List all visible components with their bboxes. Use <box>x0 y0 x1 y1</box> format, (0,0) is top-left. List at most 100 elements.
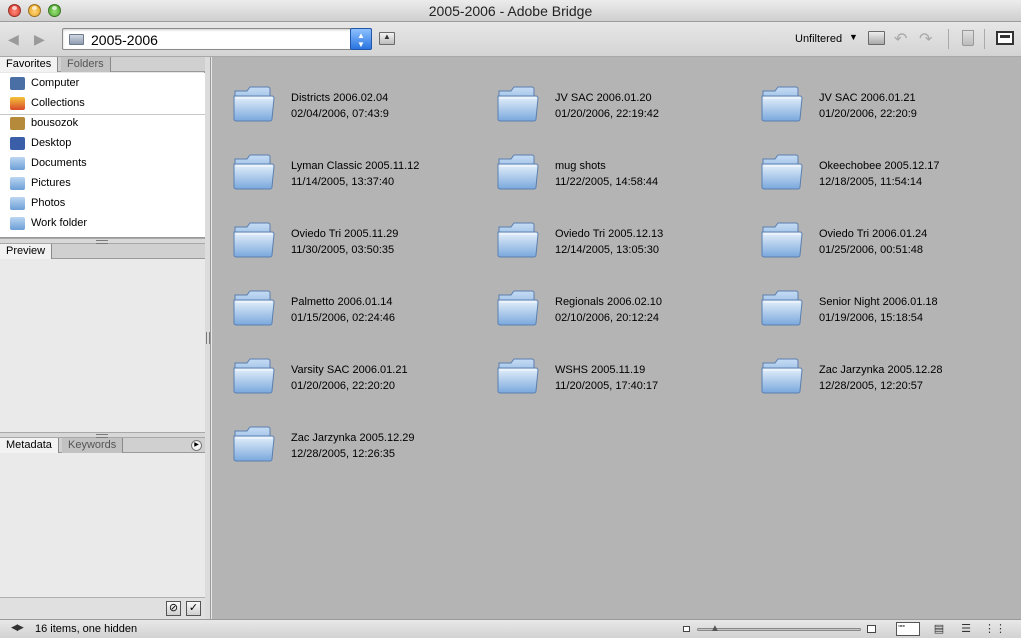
filmstrip-view-button[interactable]: ▤ <box>929 622 949 636</box>
chevron-down-icon[interactable]: ▼ <box>849 32 858 42</box>
folder-icon[interactable] <box>232 81 276 125</box>
cancel-icon[interactable]: ⊘ <box>166 601 181 616</box>
home-icon <box>10 117 25 130</box>
path-stepper-icon[interactable]: ▲ ▼ <box>350 28 372 50</box>
path-text: 2005-2006 <box>91 32 158 48</box>
favorite-item-collections[interactable]: Collections <box>0 94 205 114</box>
folder-icon[interactable] <box>232 421 276 465</box>
forward-arrow-icon[interactable]: ▶ <box>34 31 45 47</box>
slider-thumb[interactable]: ▲ <box>710 623 720 634</box>
favorite-item-bousozok[interactable]: bousozok <box>0 114 205 134</box>
tab-keywords[interactable]: Keywords <box>62 438 124 453</box>
compact-mode-button[interactable] <box>996 31 1014 45</box>
folder-item[interactable]: Districts 2006.02.04 02/04/2006, 07:43:9 <box>212 63 472 123</box>
window-title: 2005-2006 - Adobe Bridge <box>428 3 593 19</box>
folder-item[interactable]: JV SAC 2006.01.21 01/20/2006, 22:20:9 <box>740 63 1000 123</box>
trash-icon[interactable] <box>962 30 974 46</box>
back-arrow-icon[interactable]: ◀ <box>8 31 19 47</box>
folder-item[interactable]: Oviedo Tri 2005.11.29 11/30/2005, 03:50:3… <box>212 199 472 259</box>
tab-metadata[interactable]: Metadata <box>0 438 59 453</box>
folder-item[interactable]: JV SAC 2006.01.20 01/20/2006, 22:19:42 <box>476 63 736 123</box>
favorite-item-computer[interactable]: Computer <box>0 74 205 94</box>
folder-icon[interactable] <box>496 353 540 397</box>
content-grid: Districts 2006.02.04 02/04/2006, 07:43:9 J… <box>212 57 1021 619</box>
documents-folder-icon <box>10 157 25 170</box>
toolbar-divider <box>984 29 985 49</box>
collections-icon <box>10 97 25 110</box>
folder-item[interactable]: Zac Jarzynka 2005.12.29 12/28/2005, 12:26… <box>212 403 472 463</box>
folder-name: Zac Jarzynka 2005.12.29 <box>291 432 415 444</box>
folder-icon[interactable] <box>496 285 540 329</box>
folder-date: 11/20/2005, 17:40:17 <box>555 380 659 392</box>
folder-icon[interactable] <box>496 81 540 125</box>
toolbar: ◀ ▶ 2005-2006 ▲▼ Unfiltered ▼ ↶ ↷ <box>0 23 1021 57</box>
folder-item[interactable]: mug shots 11/22/2005, 14:58:44 <box>476 131 736 191</box>
panel-menu-icon[interactable]: ▶ <box>191 440 202 451</box>
folder-name: WSHS 2005.11.19 <box>555 364 646 376</box>
folder-item[interactable]: Oviedo Tri 2005.12.13 12/14/2005, 13:05:3… <box>476 199 736 259</box>
folder-icon[interactable] <box>760 285 804 329</box>
folder-icon <box>10 197 25 210</box>
folder-date: 12/28/2005, 12:26:35 <box>291 448 395 460</box>
favorite-item-desktop[interactable]: Desktop <box>0 134 205 154</box>
rotate-cw-icon[interactable]: ↷ <box>919 29 932 49</box>
vertical-splitter[interactable] <box>205 57 211 619</box>
thumbnails-view-button[interactable] <box>896 622 920 636</box>
folder-item[interactable]: Varsity SAC 2006.01.21 01/20/2006, 22:20:… <box>212 335 472 395</box>
tab-folders[interactable]: Folders <box>61 57 111 72</box>
folder-item[interactable]: WSHS 2005.11.19 11/20/2005, 17:40:17 <box>476 335 736 395</box>
folder-item[interactable]: Zac Jarzynka 2005.12.28 12/28/2005, 12:20… <box>740 335 1000 395</box>
folder-icon[interactable] <box>760 353 804 397</box>
folder-icon <box>69 34 84 45</box>
folder-name: Zac Jarzynka 2005.12.28 <box>819 364 943 376</box>
favorite-label: Desktop <box>31 137 72 149</box>
folder-date: 02/04/2006, 07:43:9 <box>291 108 389 120</box>
rotate-ccw-icon[interactable]: ↶ <box>894 29 907 49</box>
favorite-item-documents[interactable]: Documents <box>0 154 205 174</box>
favorite-label: Pictures <box>31 177 71 189</box>
status-bar: ◀▶ 16 items, one hidden ▲ ▤ ☰ ⋮⋮ <box>0 619 1021 638</box>
folder-icon[interactable] <box>496 149 540 193</box>
pictures-folder-icon <box>10 177 25 190</box>
tab-favorites[interactable]: Favorites <box>0 57 59 72</box>
favorite-item-work-folder[interactable]: Work folder <box>0 214 205 234</box>
folder-name: Palmetto 2006.01.14 <box>291 296 393 308</box>
folder-icon[interactable] <box>232 285 276 329</box>
folder-icon[interactable] <box>760 217 804 261</box>
thumbnail-size-slider[interactable] <box>697 628 861 631</box>
metadata-footer: ⊘ ✓ <box>0 597 205 619</box>
folder-item[interactable]: Palmetto 2006.01.14 01/15/2006, 02:24:46 <box>212 267 472 327</box>
small-thumbnail-icon[interactable] <box>683 626 690 632</box>
folder-item[interactable]: Okeechobee 2005.12.17 12/18/2005, 11:54:1… <box>740 131 1000 191</box>
go-up-folder-button[interactable] <box>379 32 395 45</box>
filter-menu[interactable]: Unfiltered <box>795 33 842 45</box>
folder-icon[interactable] <box>232 217 276 261</box>
favorite-item-pictures[interactable]: Pictures <box>0 174 205 194</box>
folder-icon[interactable] <box>760 149 804 193</box>
folder-name: Regionals 2006.02.10 <box>555 296 663 308</box>
folder-icon[interactable] <box>232 149 276 193</box>
folder-date: 11/30/2005, 03:50:35 <box>291 244 395 256</box>
metadata-panel <box>0 453 205 597</box>
favorites-tabs: Favorites Folders <box>0 57 205 72</box>
folder-name: JV SAC 2006.01.21 <box>819 92 916 104</box>
folder-item[interactable]: Lyman Classic 2005.11.12 11/14/2005, 13:3… <box>212 131 472 191</box>
large-thumbnail-icon[interactable] <box>867 625 876 633</box>
status-text: 16 items, one hidden <box>35 623 138 635</box>
folder-icon[interactable] <box>760 81 804 125</box>
folder-icon[interactable] <box>496 217 540 261</box>
details-view-button[interactable]: ☰ <box>956 622 976 636</box>
new-folder-button[interactable] <box>868 31 885 45</box>
folder-date: 12/18/2005, 11:54:14 <box>819 176 923 188</box>
list-view-button[interactable]: ⋮⋮ <box>984 622 1006 636</box>
folder-icon[interactable] <box>232 353 276 397</box>
toggle-panels-icon[interactable]: ◀▶ <box>11 622 24 633</box>
path-dropdown[interactable]: 2005-2006 ▲ ▼ <box>62 28 372 50</box>
folder-item[interactable]: Regionals 2006.02.10 02/10/2006, 20:12:24 <box>476 267 736 327</box>
folder-item[interactable]: Oviedo Tri 2006.01.24 01/25/2006, 00:51:4… <box>740 199 1000 259</box>
tab-preview[interactable]: Preview <box>0 244 53 259</box>
folder-item[interactable]: Senior Night 2006.01.18 01/19/2006, 15:18… <box>740 267 1000 327</box>
folder-date: 01/20/2006, 22:19:42 <box>555 108 659 120</box>
favorite-item-photos[interactable]: Photos <box>0 194 205 214</box>
apply-icon[interactable]: ✓ <box>186 601 201 616</box>
